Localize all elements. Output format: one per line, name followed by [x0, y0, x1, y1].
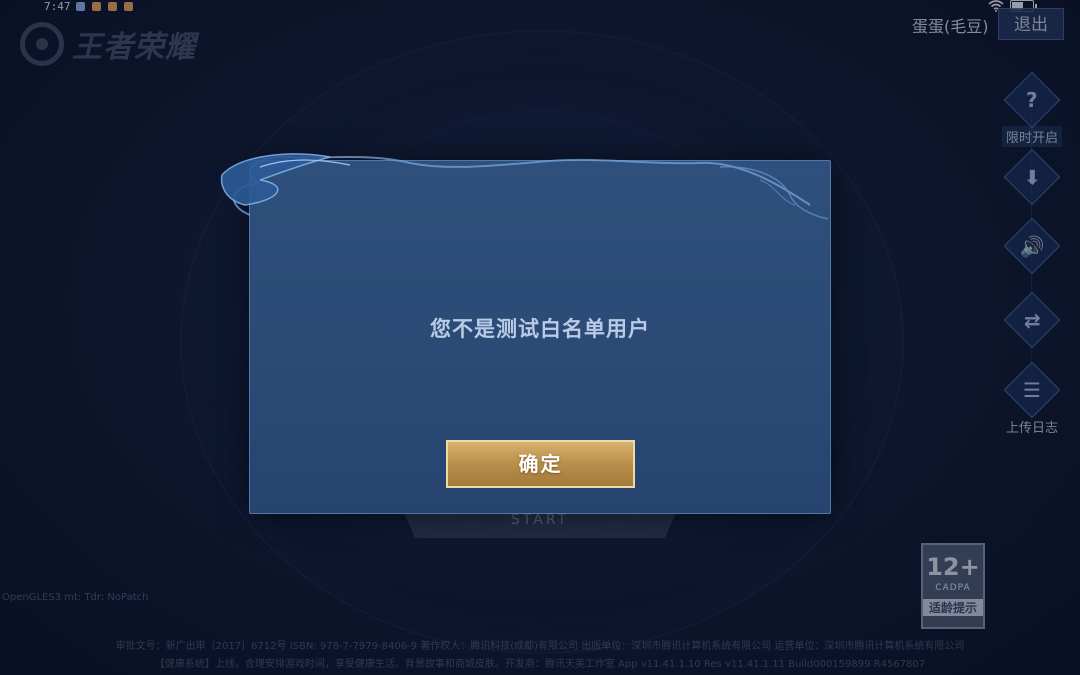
alert-dialog: 您不是测试白名单用户 确定: [249, 160, 831, 514]
dialog-message: 您不是测试白名单用户: [430, 317, 650, 341]
gl-info: OpenGLES3 mt: Tdr: NoPatch: [2, 592, 149, 603]
confirm-button[interactable]: 确定: [446, 440, 635, 488]
copyright-footer: 审批文号：新广出审〔2017〕6712号 ISBN: 978-7-7979-84…: [115, 641, 965, 670]
